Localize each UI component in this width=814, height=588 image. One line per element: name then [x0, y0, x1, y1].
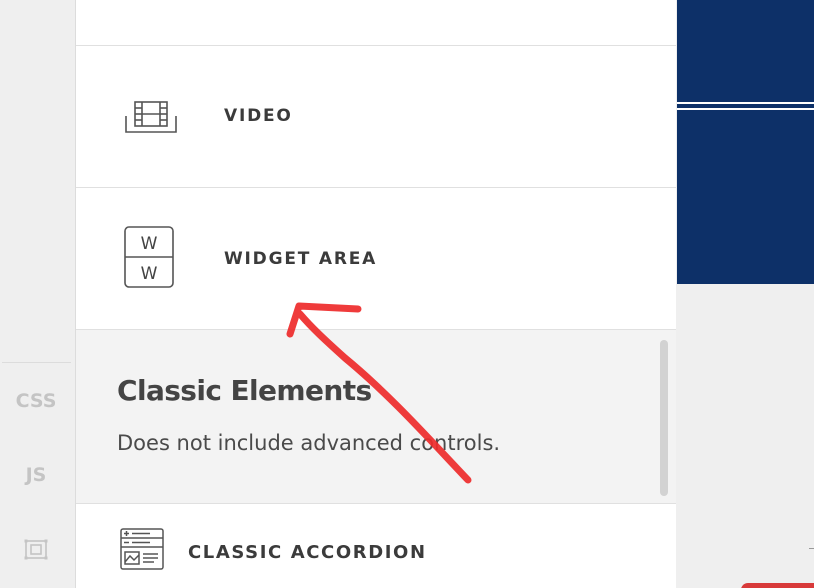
banner-rule-top: [677, 102, 814, 104]
frame-button[interactable]: [0, 538, 72, 564]
panel-scrollbar[interactable]: [660, 340, 668, 496]
element-row-partial[interactable]: [76, 0, 676, 46]
left-rail: CSS JS: [0, 0, 76, 588]
element-widget-area[interactable]: W W WIDGET AREA: [76, 188, 676, 330]
preview-red-button[interactable]: [741, 583, 814, 588]
widget-icon-letter-top: W: [141, 234, 158, 254]
element-classic-accordion[interactable]: CLASSIC ACCORDION: [76, 504, 676, 588]
widget-area-icon: W W: [124, 226, 174, 288]
accordion-icon: [120, 528, 164, 570]
section-description: Does not include advanced controls.: [117, 431, 501, 455]
classic-elements-section: Classic Elements Does not include advanc…: [76, 330, 676, 504]
widget-icon-letter-bottom: W: [141, 264, 158, 284]
elements-panel: VIDEO W W WIDGET AREA Classic Elements D…: [76, 0, 676, 588]
widget-area-label: WIDGET AREA: [224, 249, 378, 269]
section-title: Classic Elements: [117, 374, 372, 407]
video-label: VIDEO: [224, 106, 293, 126]
preview-mark: [809, 548, 814, 549]
preview-banner: [677, 0, 814, 284]
banner-rule-bottom: [677, 108, 814, 110]
frame-icon: [24, 539, 48, 560]
rail-divider: [2, 362, 71, 363]
preview-canvas[interactable]: [677, 0, 814, 588]
css-button[interactable]: CSS: [0, 390, 72, 412]
classic-accordion-label: CLASSIC ACCORDION: [188, 542, 427, 563]
js-button[interactable]: JS: [0, 464, 72, 486]
film-icon: [125, 101, 177, 133]
element-video[interactable]: VIDEO: [76, 46, 676, 188]
